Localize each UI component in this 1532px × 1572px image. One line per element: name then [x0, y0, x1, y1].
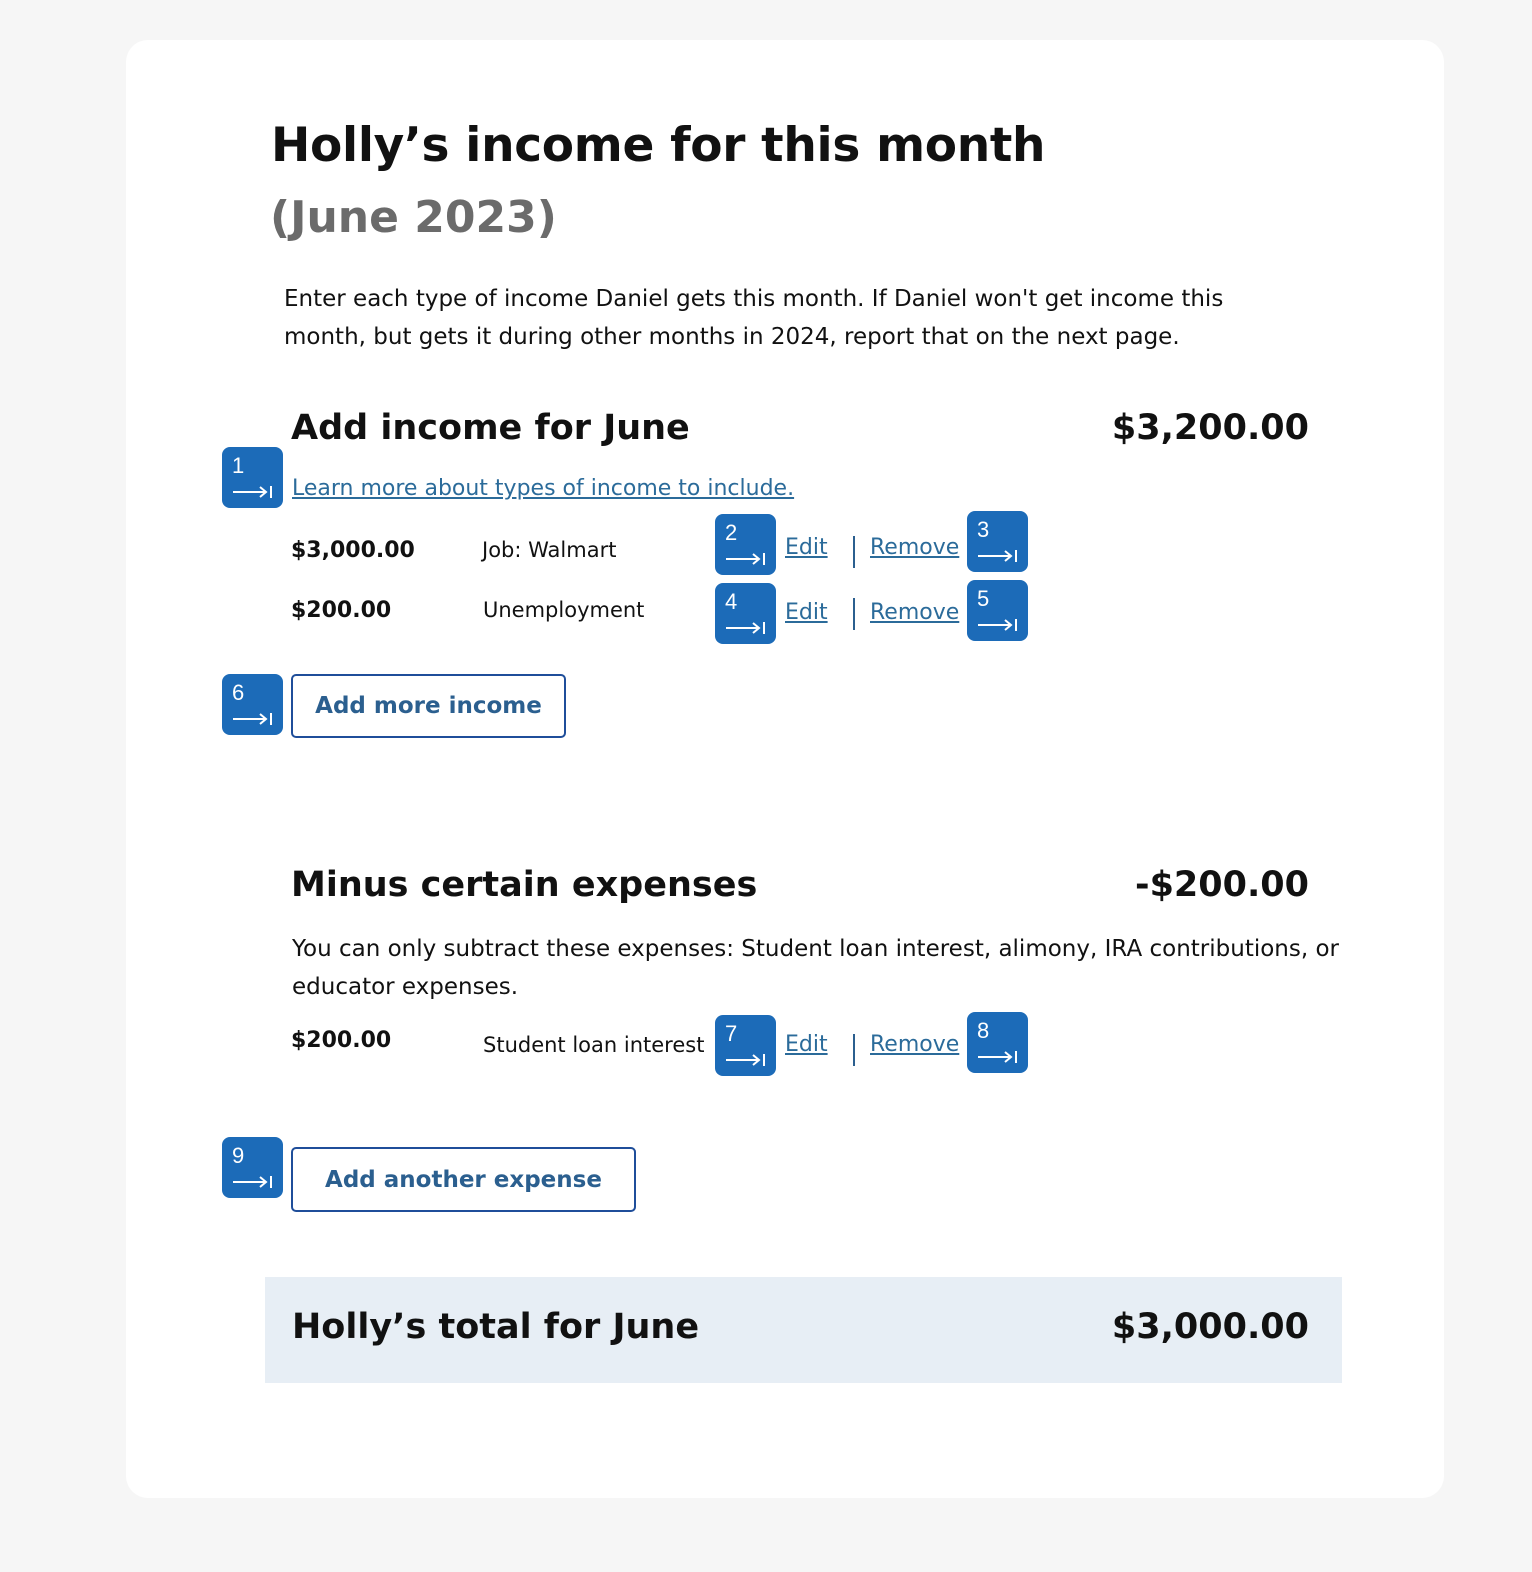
- page-title: Holly’s income for this month: [271, 118, 1046, 173]
- tab-arrow-icon: [978, 1051, 1017, 1063]
- tab-marker-9: 9: [222, 1137, 283, 1198]
- tab-marker-number: 9: [232, 1143, 245, 1168]
- intro-text: Enter each type of income Daniel gets th…: [284, 286, 1224, 350]
- tab-arrow-icon: [978, 619, 1017, 631]
- tab-arrow-icon: [726, 1054, 765, 1066]
- tab-marker-3: 3: [967, 511, 1028, 572]
- tab-marker-5: 5: [967, 580, 1028, 641]
- income-item-amount: $3,000.00: [291, 538, 415, 563]
- tab-arrow-icon: [233, 1176, 272, 1188]
- edit-link-student-loan[interactable]: Edit: [785, 1032, 828, 1057]
- remove-link-unemployment[interactable]: Remove: [870, 600, 959, 625]
- income-item-description: Unemployment: [483, 598, 645, 622]
- tab-marker-number: 8: [977, 1018, 990, 1043]
- tab-marker-number: 2: [725, 520, 738, 545]
- expense-item-amount: $200.00: [291, 1028, 392, 1053]
- tab-arrow-icon: [726, 553, 765, 565]
- link-separator: [853, 536, 855, 568]
- tab-marker-number: 3: [977, 517, 990, 542]
- page-subtitle: (June 2023): [270, 192, 557, 243]
- link-separator: [853, 598, 855, 630]
- tab-marker-8: 8: [967, 1012, 1028, 1073]
- tab-marker-number: 7: [725, 1021, 738, 1046]
- expense-item-description: Student loan interest: [483, 1033, 705, 1057]
- income-total: $3,200.00: [1111, 408, 1309, 448]
- tab-arrow-icon: [978, 550, 1017, 562]
- edit-link-job[interactable]: Edit: [785, 535, 828, 560]
- expenses-total: -$200.00: [1135, 865, 1309, 905]
- link-separator: [853, 1034, 855, 1066]
- add-more-income-button[interactable]: Add more income: [291, 674, 566, 738]
- remove-link-job[interactable]: Remove: [870, 535, 959, 560]
- total-amount: $3,000.00: [1111, 1307, 1309, 1347]
- tab-marker-1: 1: [222, 447, 283, 508]
- tab-marker-6: 6: [222, 674, 283, 735]
- tab-marker-number: 4: [725, 589, 738, 614]
- total-label: Holly’s total for June: [292, 1307, 700, 1347]
- learn-more-link[interactable]: Learn more about types of income to incl…: [292, 476, 794, 501]
- income-item-description: Job: Walmart: [482, 538, 617, 562]
- tab-arrow-icon: [233, 486, 272, 498]
- remove-link-student-loan[interactable]: Remove: [870, 1032, 959, 1057]
- income-item-amount: $200.00: [291, 598, 392, 623]
- tab-marker-number: 6: [232, 680, 245, 705]
- tab-arrow-icon: [726, 622, 765, 634]
- tab-arrow-icon: [233, 713, 272, 725]
- edit-link-unemployment[interactable]: Edit: [785, 600, 828, 625]
- add-another-expense-button[interactable]: Add another expense: [291, 1147, 636, 1212]
- tab-marker-7: 7: [715, 1015, 776, 1076]
- expenses-heading: Minus certain expenses: [291, 865, 758, 905]
- tab-marker-number: 1: [232, 453, 245, 478]
- tab-marker-number: 5: [977, 586, 990, 611]
- expenses-note: You can only subtract these expenses: St…: [292, 936, 1340, 1000]
- tab-marker-2: 2: [715, 514, 776, 575]
- income-heading: Add income for June: [291, 408, 690, 448]
- tab-marker-4: 4: [715, 583, 776, 644]
